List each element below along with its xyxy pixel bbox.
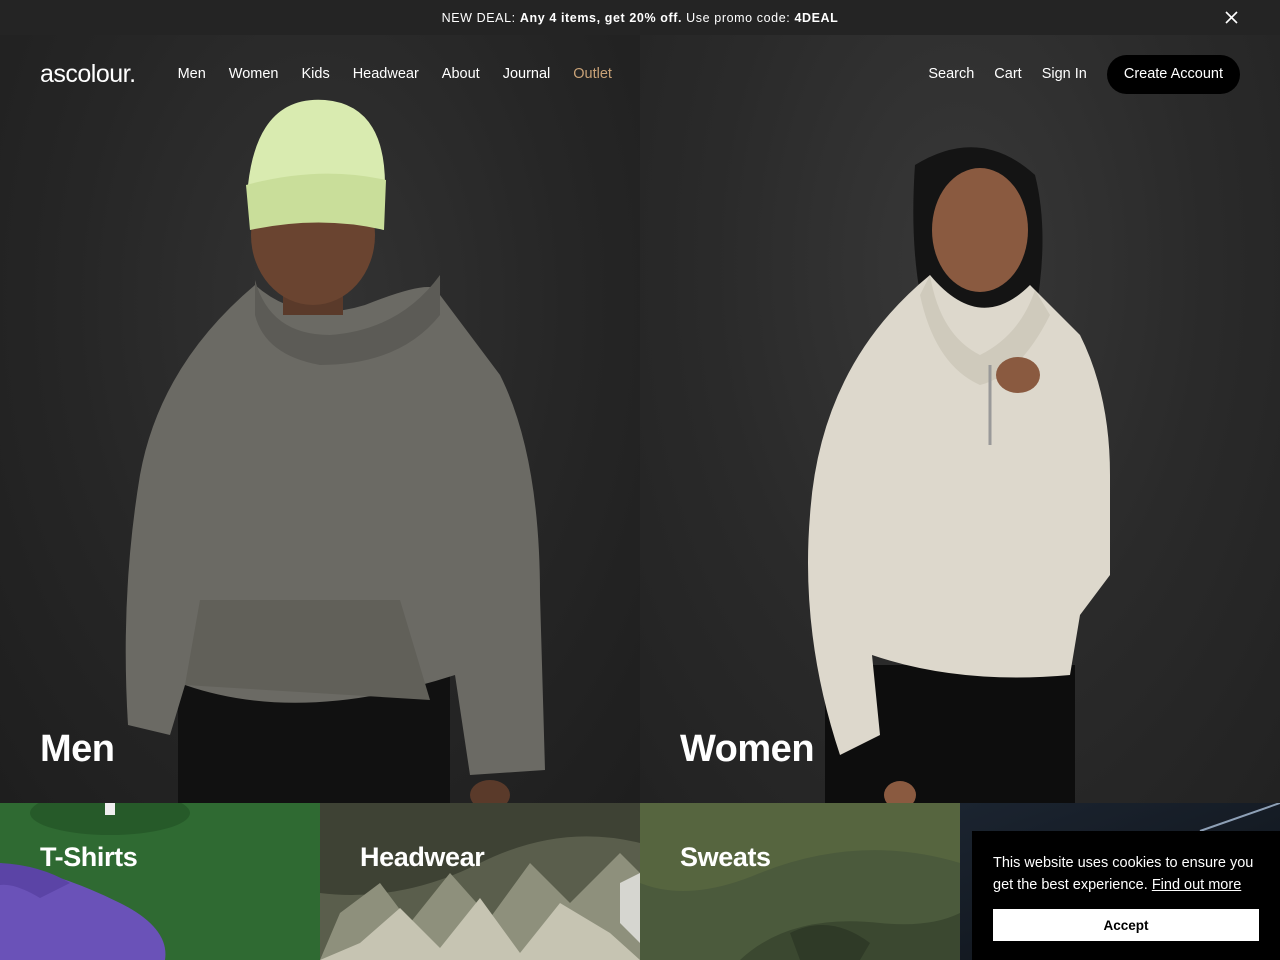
hero-men-title[interactable]: Men	[40, 728, 115, 771]
tile-headwear-title: Headwear	[360, 842, 485, 872]
nav-kids[interactable]: Kids	[301, 66, 329, 82]
cookie-accept-button[interactable]: Accept	[993, 909, 1259, 941]
nav-headwear[interactable]: Headwear	[353, 66, 419, 82]
tile-tshirts-title: T-Shirts	[40, 842, 138, 872]
hero-men[interactable]: Men	[0, 35, 640, 803]
header-actions: Search Cart Sign In Create Account	[928, 54, 1240, 94]
promo-middle: Use promo code:	[686, 10, 791, 25]
promo-prefix: NEW DEAL:	[441, 10, 516, 25]
tile-tshirts[interactable]: T-Shirts	[0, 803, 320, 960]
cookie-banner: This website uses cookies to ensure you …	[972, 831, 1280, 960]
nav-about[interactable]: About	[442, 66, 480, 82]
search-link[interactable]: Search	[928, 66, 974, 82]
sweats-image	[640, 803, 960, 960]
sign-in-link[interactable]: Sign In	[1042, 66, 1087, 82]
create-account-button[interactable]: Create Account	[1106, 54, 1240, 94]
nav-journal[interactable]: Journal	[503, 66, 551, 82]
site-header: ascolour. Men Women Kids Headwear About …	[0, 35, 1280, 113]
promo-bar: NEW DEAL: Any 4 items, get 20% off. Use …	[0, 0, 1280, 35]
nav-men[interactable]: Men	[178, 66, 206, 82]
promo-code: 4DEAL	[794, 10, 839, 25]
men-model-image	[125, 99, 545, 803]
hero-women-title[interactable]: Women	[680, 728, 815, 771]
promo-offer: Any 4 items, get 20% off.	[519, 10, 683, 25]
tile-headwear[interactable]: Headwear	[320, 803, 640, 960]
logo[interactable]: ascolour.	[40, 60, 136, 89]
tile-sweats-title: Sweats	[680, 842, 771, 872]
headwear-image	[320, 803, 640, 960]
cart-link[interactable]: Cart	[994, 66, 1021, 82]
cookie-text: This website uses cookies to ensure you …	[993, 852, 1259, 896]
nav-outlet[interactable]: Outlet	[573, 66, 612, 82]
cookie-find-out-more-link[interactable]: Find out more	[1152, 877, 1241, 893]
hero-women[interactable]: Women	[640, 35, 1280, 803]
tile-sweats[interactable]: Sweats	[640, 803, 960, 960]
nav-women[interactable]: Women	[229, 66, 279, 82]
close-icon[interactable]	[1223, 9, 1240, 26]
women-model-image	[808, 147, 1110, 803]
main-nav: Men Women Kids Headwear About Journal Ou…	[178, 66, 612, 82]
tshirts-image	[0, 803, 190, 960]
